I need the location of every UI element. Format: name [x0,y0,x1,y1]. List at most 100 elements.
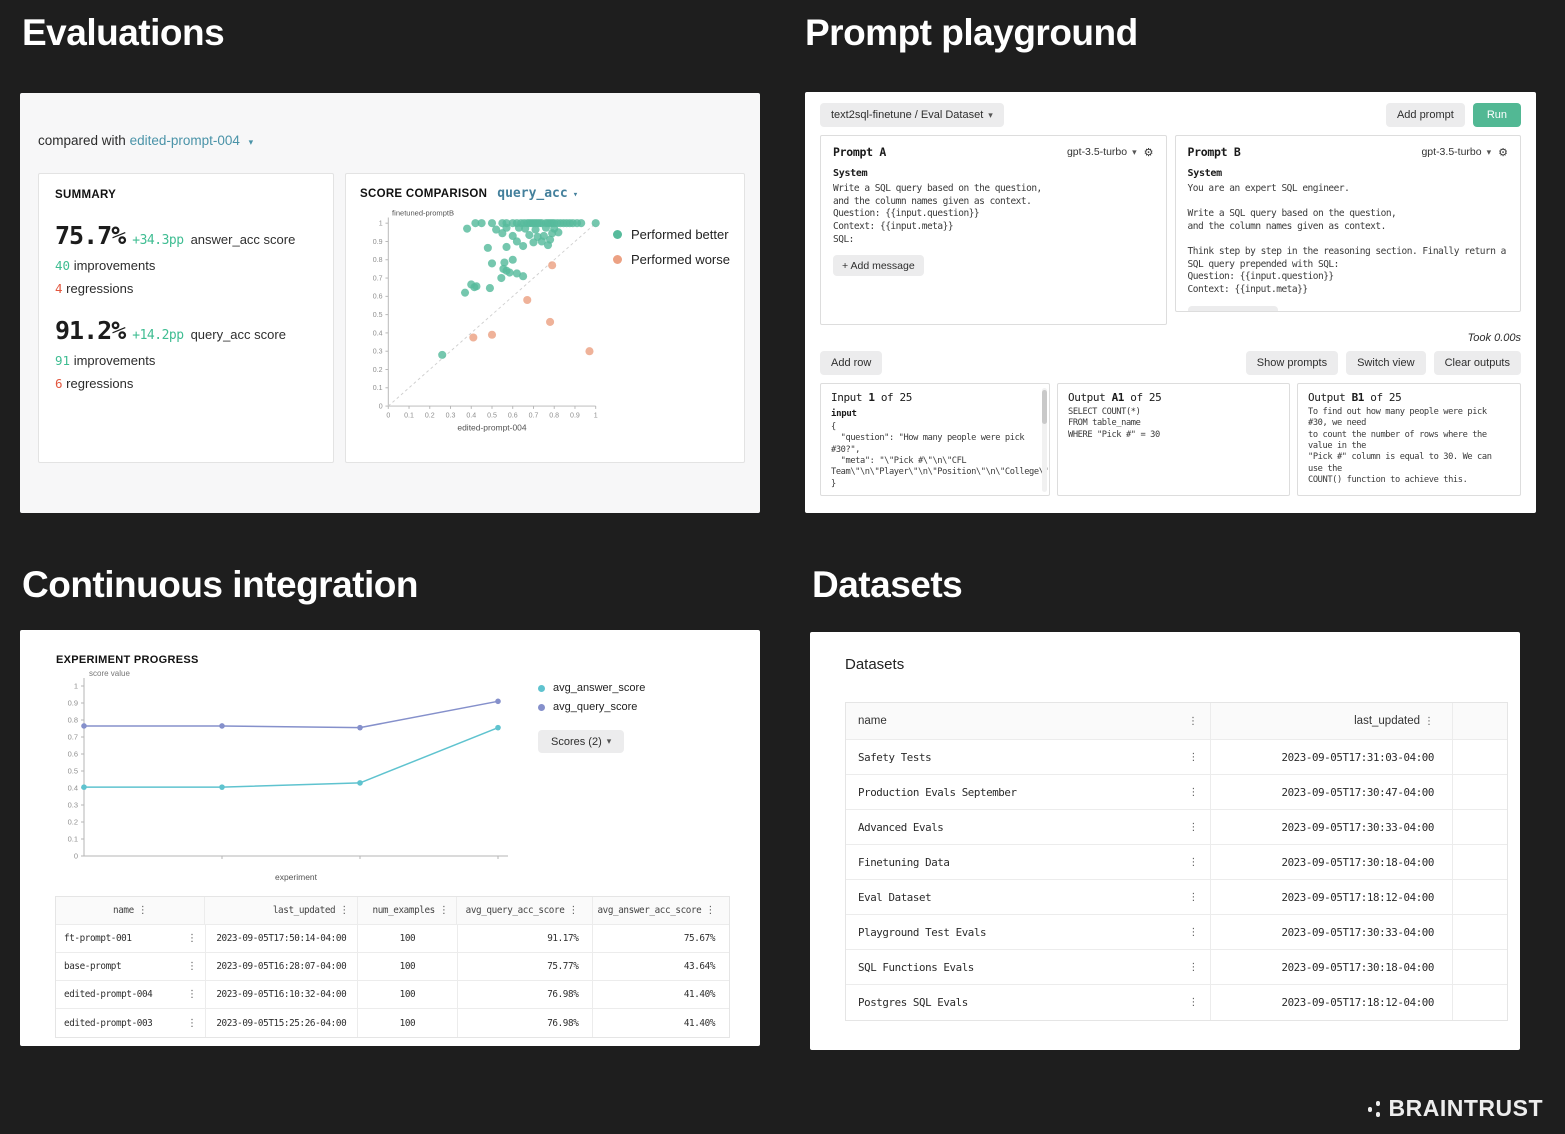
svg-text:0.6: 0.6 [508,412,518,419]
kebab-icon[interactable]: ⋮ [187,1018,197,1029]
gear-icon[interactable]: ⚙ [1498,146,1508,159]
svg-text:0.2: 0.2 [425,412,435,419]
scores-dropdown-button[interactable]: Scores (2)▾ [538,730,624,753]
switch-view-button[interactable]: Switch view [1346,351,1425,375]
header-num-examples[interactable]: num_examples⋮ [358,897,458,924]
purple-dot-icon [538,704,545,711]
dataset-name-cell: Eval Dataset⋮ [846,880,1211,914]
show-prompts-button[interactable]: Show prompts [1246,351,1338,375]
last-updated-value: 2023-09-05T17:30:18-04:00 [1281,961,1434,974]
kebab-icon[interactable]: ⋮ [187,961,197,972]
playground-cells-row: Input 1 of 25 input { "question": "How m… [820,383,1521,496]
num-examples-cell: 100 [358,981,458,1008]
kebab-icon[interactable]: ⋮ [1188,857,1198,868]
compared-prompt-link[interactable]: edited-prompt-004 [130,133,240,148]
add-prompt-button[interactable]: Add prompt [1386,103,1465,127]
kebab-icon[interactable]: ⋮ [138,905,148,916]
experiment-row[interactable]: ft-prompt-001⋮2023-09-05T17:50:14-04:001… [56,925,729,953]
last-updated-value: 2023-09-05T15:25:26-04:00 [216,1018,346,1029]
orange-dot-icon [613,255,622,264]
kebab-icon[interactable]: ⋮ [1188,787,1198,798]
svg-text:0: 0 [379,403,383,410]
dataset-name: Playground Test Evals [858,926,986,939]
header-last-updated[interactable]: last_updated⋮ [1211,703,1453,739]
kebab-icon[interactable]: ⋮ [1188,927,1198,938]
kebab-icon[interactable]: ⋮ [1188,962,1198,973]
header-name[interactable]: name⋮ [846,703,1211,739]
kebab-icon[interactable]: ⋮ [1188,822,1198,833]
model-selector[interactable]: gpt-3.5-turbo▾ [1421,146,1491,158]
kebab-icon[interactable]: ⋮ [1424,716,1434,727]
dataset-row[interactable]: Safety Tests⋮2023-09-05T17:31:03-04:00 [846,740,1507,775]
experiment-row[interactable]: edited-prompt-003⋮2023-09-05T15:25:26-04… [56,1009,729,1037]
scrollbar-thumb[interactable] [1042,390,1047,424]
kebab-icon[interactable]: ⋮ [187,989,197,1000]
avg-query-acc-score-cell: 76.98% [458,1009,594,1037]
dataset-name: Safety Tests [858,751,931,764]
model-selector[interactable]: gpt-3.5-turbo▾ [1067,146,1137,158]
last-updated-cell: 2023-09-05T16:10:32-04:00 [206,981,359,1008]
dataset-row[interactable]: Finetuning Data⋮2023-09-05T17:30:18-04:0… [846,845,1507,880]
clear-outputs-button[interactable]: Clear outputs [1434,351,1521,375]
last-updated-cell: 2023-09-05T17:30:18-04:00 [1211,845,1453,879]
add-row-button[interactable]: Add row [820,351,882,375]
num-examples-cell: 100 [358,1009,458,1037]
answer-score-pct: 75.7% [55,221,125,250]
svg-text:0.9: 0.9 [570,412,580,419]
extra-cell [1453,985,1507,1020]
prompt-b-body[interactable]: You are an expert SQL engineer. Write a … [1188,183,1509,297]
metric-selector[interactable]: query_acc▾ [497,186,578,201]
datasets-table: name⋮ last_updated⋮ Safety Tests ⋮ 2023-09… [845,702,1508,1021]
kebab-icon[interactable]: ⋮ [568,905,578,916]
dataset-selector[interactable]: text2sql-finetune / Eval Dataset▾ [820,103,1004,127]
output-a1-cell[interactable]: Output A1 of 25 SELECT COUNT(*) FROM tab… [1057,383,1290,496]
svg-text:0.2: 0.2 [68,818,78,827]
experiment-row[interactable]: edited-prompt-004⋮2023-09-05T16:10:32-04… [56,981,729,1009]
svg-text:0.7: 0.7 [373,275,383,282]
svg-text:0.4: 0.4 [373,330,383,337]
scrollbar[interactable] [1042,388,1047,492]
kebab-icon[interactable]: ⋮ [1188,997,1198,1008]
add-message-button[interactable]: + Add message [833,255,924,276]
kebab-icon[interactable]: ⋮ [1188,892,1198,903]
svg-text:0.8: 0.8 [68,716,78,725]
dataset-row[interactable]: SQL Functions Evals⋮2023-09-05T17:30:18-… [846,950,1507,985]
input-cell[interactable]: Input 1 of 25 input { "question": "How m… [820,383,1050,496]
dataset-row[interactable]: Playground Test Evals⋮2023-09-05T17:30:3… [846,915,1507,950]
last-updated-value: 2023-09-05T17:50:14-04:00 [216,933,346,944]
experiment-row[interactable]: base-prompt⋮2023-09-05T16:28:07-04:00100… [56,953,729,981]
prompt-a-body[interactable]: Write a SQL query based on the question,… [833,183,1154,246]
dataset-row[interactable]: Advanced Evals⋮2023-09-05T17:30:33-04:00 [846,810,1507,845]
experiment-progress-plot: 00.10.20.30.40.50.60.70.80.91score value… [48,668,536,884]
dataset-row[interactable]: Postgres SQL Evals⋮2023-09-05T17:18:12-0… [846,985,1507,1020]
score-comparison-plot: 000.10.10.20.20.30.30.40.40.50.50.60.60.… [360,201,607,449]
svg-text:0.1: 0.1 [68,835,78,844]
kebab-icon[interactable]: ⋮ [439,905,449,916]
dataset-row[interactable]: Eval Dataset⋮2023-09-05T17:18:12-04:00 [846,880,1507,915]
svg-text:0.7: 0.7 [529,412,539,419]
output-b1-cell[interactable]: Output B1 of 25 To find out how many peo… [1297,383,1521,496]
svg-text:0.4: 0.4 [68,784,78,793]
kebab-icon[interactable]: ⋮ [1188,752,1198,763]
kebab-icon[interactable]: ⋮ [705,905,715,916]
extra-cell [1453,880,1507,914]
header-last-updated[interactable]: last_updated⋮ [205,897,357,924]
gear-icon[interactable]: ⚙ [1144,146,1154,159]
kebab-icon[interactable]: ⋮ [1188,716,1198,727]
num-examples-cell: 100 [358,925,458,952]
last-updated-value: 2023-09-05T16:10:32-04:00 [216,989,346,1000]
run-button[interactable]: Run [1473,103,1521,127]
kebab-icon[interactable]: ⋮ [339,905,349,916]
svg-text:1: 1 [74,682,78,691]
header-name[interactable]: name⋮ [56,897,205,924]
legend-item-performed-better: Performed better [613,227,730,242]
dataset-row[interactable]: Production Evals September⋮2023-09-05T17… [846,775,1507,810]
chevron-down-icon: ▾ [607,736,612,747]
dataset-name: Production Evals September [858,786,1017,799]
last-updated-value: 2023-09-05T17:18:12-04:00 [1281,996,1434,1009]
kebab-icon[interactable]: ⋮ [187,933,197,944]
header-avg-answer-acc-score[interactable]: avg_answer_acc_score⋮ [593,897,729,924]
header-avg-query-acc-score[interactable]: avg_query_acc_score⋮ [457,897,593,924]
chevron-down-icon: ▾ [988,110,993,121]
add-message-button[interactable]: + Add message [1188,306,1279,312]
